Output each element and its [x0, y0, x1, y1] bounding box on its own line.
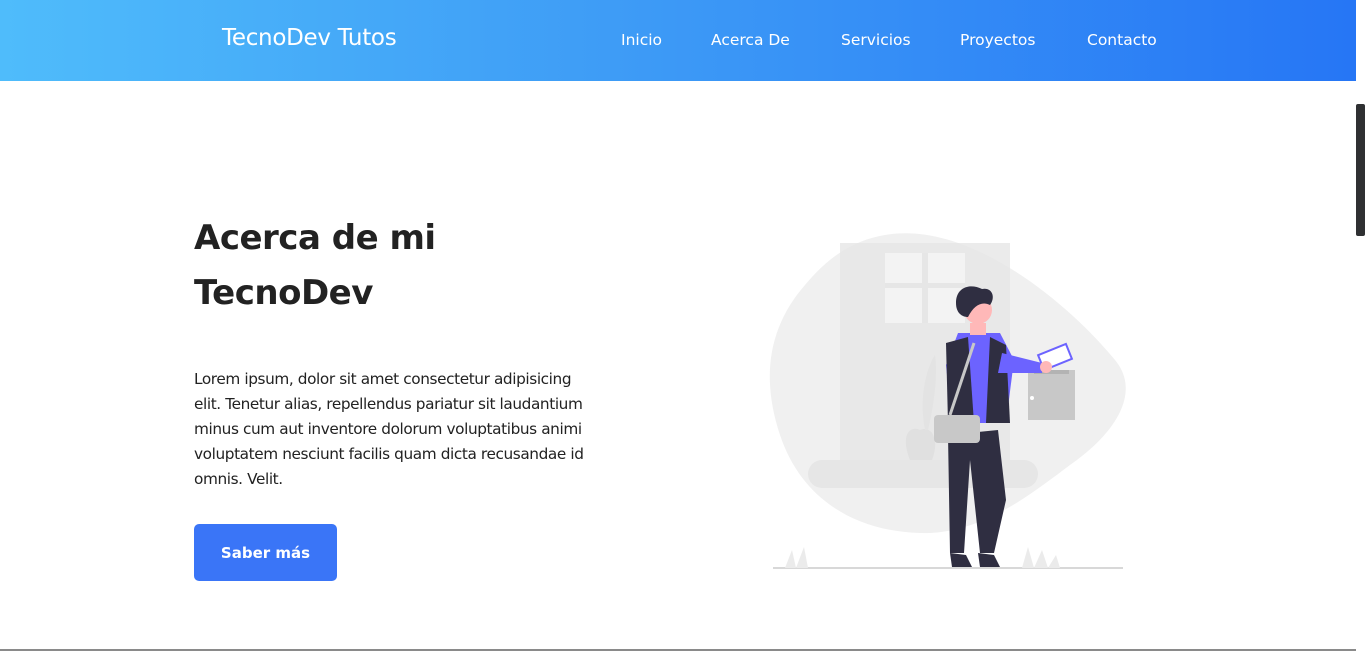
mailbox: [1028, 370, 1075, 420]
person-neck: [970, 323, 986, 335]
mailbox-knob: [1030, 396, 1034, 400]
hero-title-line-1: Acerca de mi: [194, 218, 436, 258]
person-hand: [1040, 361, 1052, 373]
person-legs: [948, 430, 1006, 553]
scrollbar-thumb[interactable]: [1356, 104, 1365, 236]
person-bag: [934, 415, 980, 443]
scrollbar-track[interactable]: [1356, 0, 1365, 651]
saber-mas-button[interactable]: Saber más: [194, 524, 337, 581]
person-shoe-left: [950, 553, 972, 567]
navbar: TecnoDev Tutos Inicio Acerca De Servicio…: [0, 0, 1356, 81]
nav-link-proyectos[interactable]: Proyectos: [960, 31, 1035, 49]
page: TecnoDev Tutos Inicio Acerca De Servicio…: [0, 0, 1365, 651]
grass-right: [1022, 547, 1060, 568]
nav-link-contacto[interactable]: Contacto: [1087, 31, 1157, 49]
nav-link-acerca-de[interactable]: Acerca De: [711, 31, 790, 49]
person-shoe-right: [978, 553, 1000, 567]
grass-left: [785, 547, 808, 568]
hero-title-line-2: TecnoDev: [194, 273, 373, 313]
nav-link-inicio[interactable]: Inicio: [621, 31, 662, 49]
nav-link-servicios[interactable]: Servicios: [841, 31, 911, 49]
plant-pot: [905, 428, 936, 460]
hero-title: Acerca de mi TecnoDev: [194, 211, 594, 321]
nav-links: Inicio Acerca De Servicios Proyectos Con…: [0, 0, 1356, 81]
hero-paragraph: Lorem ipsum, dolor sit amet consectetur …: [194, 370, 584, 488]
person-mailbox-illustration-icon: [769, 233, 1126, 569]
window-bar-horizontal: [885, 283, 965, 288]
